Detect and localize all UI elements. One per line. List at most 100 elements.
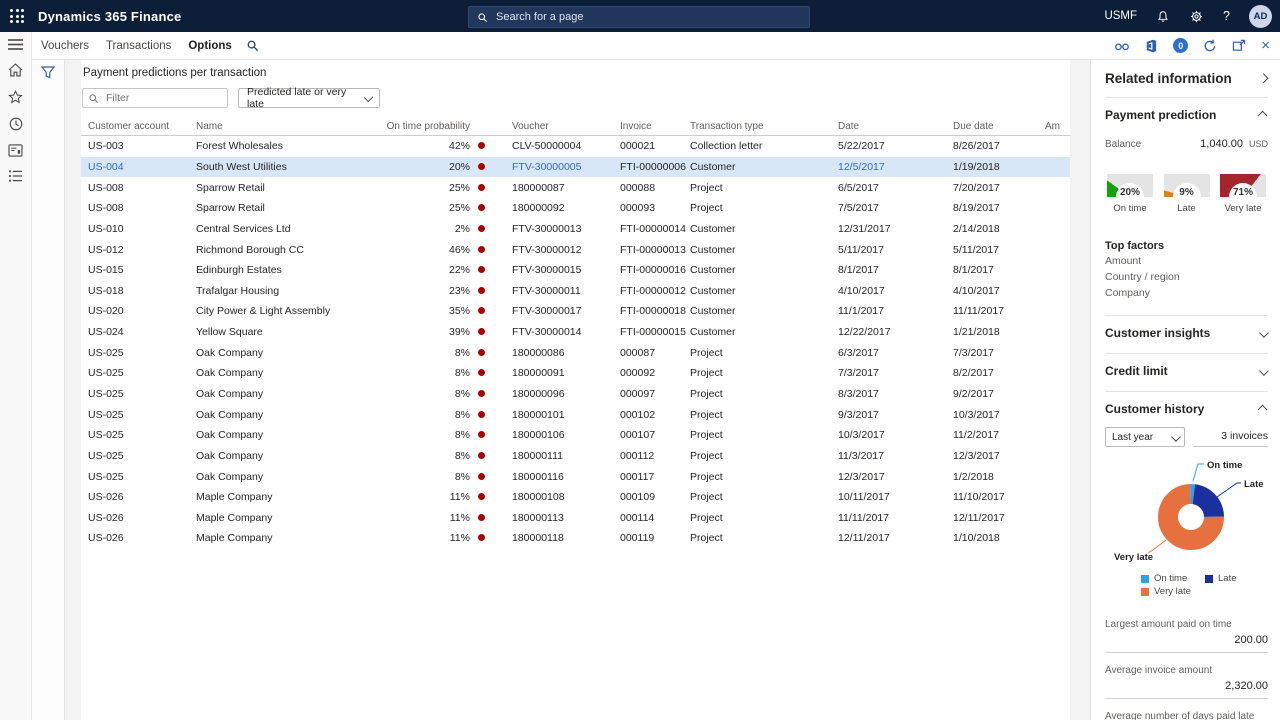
cell-transaction-type: Customer xyxy=(690,305,838,317)
favorites-star-icon[interactable] xyxy=(8,90,23,104)
cell-name: Oak Company xyxy=(196,388,342,400)
prediction-filter-dropdown[interactable]: Predicted late or very late xyxy=(238,88,380,108)
cell-date: 6/3/2017 xyxy=(838,347,953,359)
cell-on-time-probability: 25% xyxy=(342,202,472,214)
close-icon[interactable]: × xyxy=(1261,38,1270,53)
chevron-right-icon xyxy=(1258,74,1267,83)
related-information-header[interactable]: Related information xyxy=(1105,60,1268,98)
attachments-glasses-icon[interactable] xyxy=(1114,40,1130,52)
table-row[interactable]: US-008 Sparrow Retail 25% 180000092 0000… xyxy=(81,198,1070,219)
help-button[interactable]: ? xyxy=(1223,9,1230,23)
cell-date[interactable]: 12/5/2017 xyxy=(838,161,953,173)
message-center-badge-icon[interactable]: 0 xyxy=(1173,38,1188,53)
table-row[interactable]: US-003 Forest Wholesales 42% CLV-5000000… xyxy=(81,136,1070,157)
cell-transaction-type: Project xyxy=(690,491,838,503)
tab-transactions[interactable]: Transactions xyxy=(106,40,171,52)
col-transaction-type[interactable]: Transaction type xyxy=(690,121,838,132)
col-name[interactable]: Name xyxy=(196,121,342,132)
payment-prediction-header[interactable]: Payment prediction xyxy=(1105,98,1268,128)
col-customer-account[interactable]: Customer account xyxy=(81,121,196,132)
cell-date: 5/22/2017 xyxy=(838,140,953,152)
cell-on-time-probability: 20% xyxy=(342,161,472,173)
stat-value: 200.00 xyxy=(1105,634,1268,653)
cell-on-time-probability: 42% xyxy=(342,140,472,152)
modules-list-icon[interactable] xyxy=(8,170,23,182)
col-on-time-probability[interactable]: On time probability xyxy=(342,121,472,132)
gauge-late: 9% Late xyxy=(1162,174,1212,214)
cell-transaction-type: Project xyxy=(690,367,838,379)
table-row[interactable]: US-025 Oak Company 8% 180000106 000107 P… xyxy=(81,425,1070,446)
credit-limit-header[interactable]: Credit limit xyxy=(1105,354,1268,384)
global-search-box[interactable] xyxy=(468,6,810,28)
col-due-date[interactable]: Due date xyxy=(953,121,1045,132)
company-selector[interactable]: USMF xyxy=(1104,10,1137,22)
table-row[interactable]: US-025 Oak Company 8% 180000111 000112 P… xyxy=(81,446,1070,467)
customer-insights-header[interactable]: Customer insights xyxy=(1105,316,1268,346)
rail-menu-icon[interactable] xyxy=(8,39,23,50)
cell-risk xyxy=(472,285,512,297)
tab-options[interactable]: Options xyxy=(188,40,231,52)
cell-date: 5/11/2017 xyxy=(838,244,953,256)
chevron-down-icon xyxy=(1259,366,1268,375)
cell-invoice: FTI-00000012 xyxy=(620,285,690,297)
table-row[interactable]: US-008 Sparrow Retail 25% 180000087 0000… xyxy=(81,177,1070,198)
gauge-label: Late xyxy=(1177,203,1196,214)
table-row[interactable]: US-012 Richmond Borough CC 46% FTV-30000… xyxy=(81,239,1070,260)
cell-voucher: 180000087 xyxy=(512,182,620,194)
refresh-icon[interactable] xyxy=(1203,39,1217,53)
chevron-up-icon xyxy=(1257,405,1266,414)
risk-dot-icon xyxy=(478,184,485,191)
workspaces-icon[interactable] xyxy=(8,144,23,157)
cell-date: 10/3/2017 xyxy=(838,429,953,441)
grid-filter-box[interactable] xyxy=(82,88,228,108)
table-row[interactable]: US-018 Trafalgar Housing 23% FTV-3000001… xyxy=(81,280,1070,301)
risk-dot-icon xyxy=(478,266,485,273)
cell-on-time-probability: 8% xyxy=(342,450,472,462)
history-period-dropdown[interactable]: Last year xyxy=(1105,427,1185,447)
cell-voucher: 180000113 xyxy=(512,512,620,524)
col-invoice[interactable]: Invoice xyxy=(620,121,690,132)
table-row[interactable]: US-026 Maple Company 11% 180000113 00011… xyxy=(81,508,1070,529)
notifications-bell-icon[interactable] xyxy=(1156,9,1170,24)
table-row[interactable]: US-020 City Power & Light Assembly 35% F… xyxy=(81,301,1070,322)
table-row[interactable]: US-024 Yellow Square 39% FTV-30000014 FT… xyxy=(81,322,1070,343)
recent-clock-icon[interactable] xyxy=(9,117,23,131)
cell-customer-account: US-026 xyxy=(81,532,196,544)
table-row[interactable]: US-010 Central Services Ltd 2% FTV-30000… xyxy=(81,219,1070,240)
table-row[interactable]: US-025 Oak Company 8% 180000096 000097 P… xyxy=(81,384,1070,405)
grid-filter-input[interactable] xyxy=(104,91,218,105)
cell-on-time-probability: 25% xyxy=(342,182,472,194)
show-filters-funnel-icon[interactable] xyxy=(41,66,64,79)
home-icon[interactable] xyxy=(8,63,23,77)
legend-swatch-on-time xyxy=(1141,575,1149,583)
cell-due-date: 1/10/2018 xyxy=(953,532,1045,544)
cell-invoice: 000114 xyxy=(620,512,690,524)
col-date[interactable]: Date xyxy=(838,121,953,132)
table-row[interactable]: US-025 Oak Company 8% 180000116 000117 P… xyxy=(81,466,1070,487)
gauge-very-late: 71% Very late xyxy=(1218,174,1268,214)
cell-voucher[interactable]: FTV-30000005 xyxy=(512,161,620,173)
cell-on-time-probability: 39% xyxy=(342,326,472,338)
table-row[interactable]: US-004 South West Utilities 20% FTV-3000… xyxy=(81,157,1070,178)
table-row[interactable]: US-026 Maple Company 11% 180000118 00011… xyxy=(81,528,1070,549)
open-in-new-window-icon[interactable] xyxy=(1232,39,1246,52)
actionbar-search-icon[interactable] xyxy=(246,39,259,52)
table-row[interactable]: US-025 Oak Company 8% 180000091 000092 P… xyxy=(81,363,1070,384)
cell-date: 10/11/2017 xyxy=(838,491,953,503)
tab-vouchers[interactable]: Vouchers xyxy=(41,40,89,52)
settings-gear-icon[interactable] xyxy=(1189,9,1204,24)
cell-risk xyxy=(472,429,512,441)
app-launcher-waffle-icon[interactable] xyxy=(10,9,24,23)
user-avatar[interactable]: AD xyxy=(1249,5,1272,28)
table-row[interactable]: US-025 Oak Company 8% 180000101 000102 P… xyxy=(81,404,1070,425)
global-search-input[interactable] xyxy=(494,10,778,24)
cell-customer-account[interactable]: US-004 xyxy=(81,161,196,173)
risk-dot-icon xyxy=(478,493,485,500)
table-row[interactable]: US-025 Oak Company 8% 180000086 000087 P… xyxy=(81,342,1070,363)
customer-history-header[interactable]: Customer history xyxy=(1105,392,1268,422)
table-row[interactable]: US-015 Edinburgh Estates 22% FTV-3000001… xyxy=(81,260,1070,281)
table-row[interactable]: US-026 Maple Company 11% 180000108 00010… xyxy=(81,487,1070,508)
col-voucher[interactable]: Voucher xyxy=(512,121,620,132)
office-app-icon[interactable] xyxy=(1145,39,1158,53)
col-amount[interactable]: Am xyxy=(1045,121,1070,132)
